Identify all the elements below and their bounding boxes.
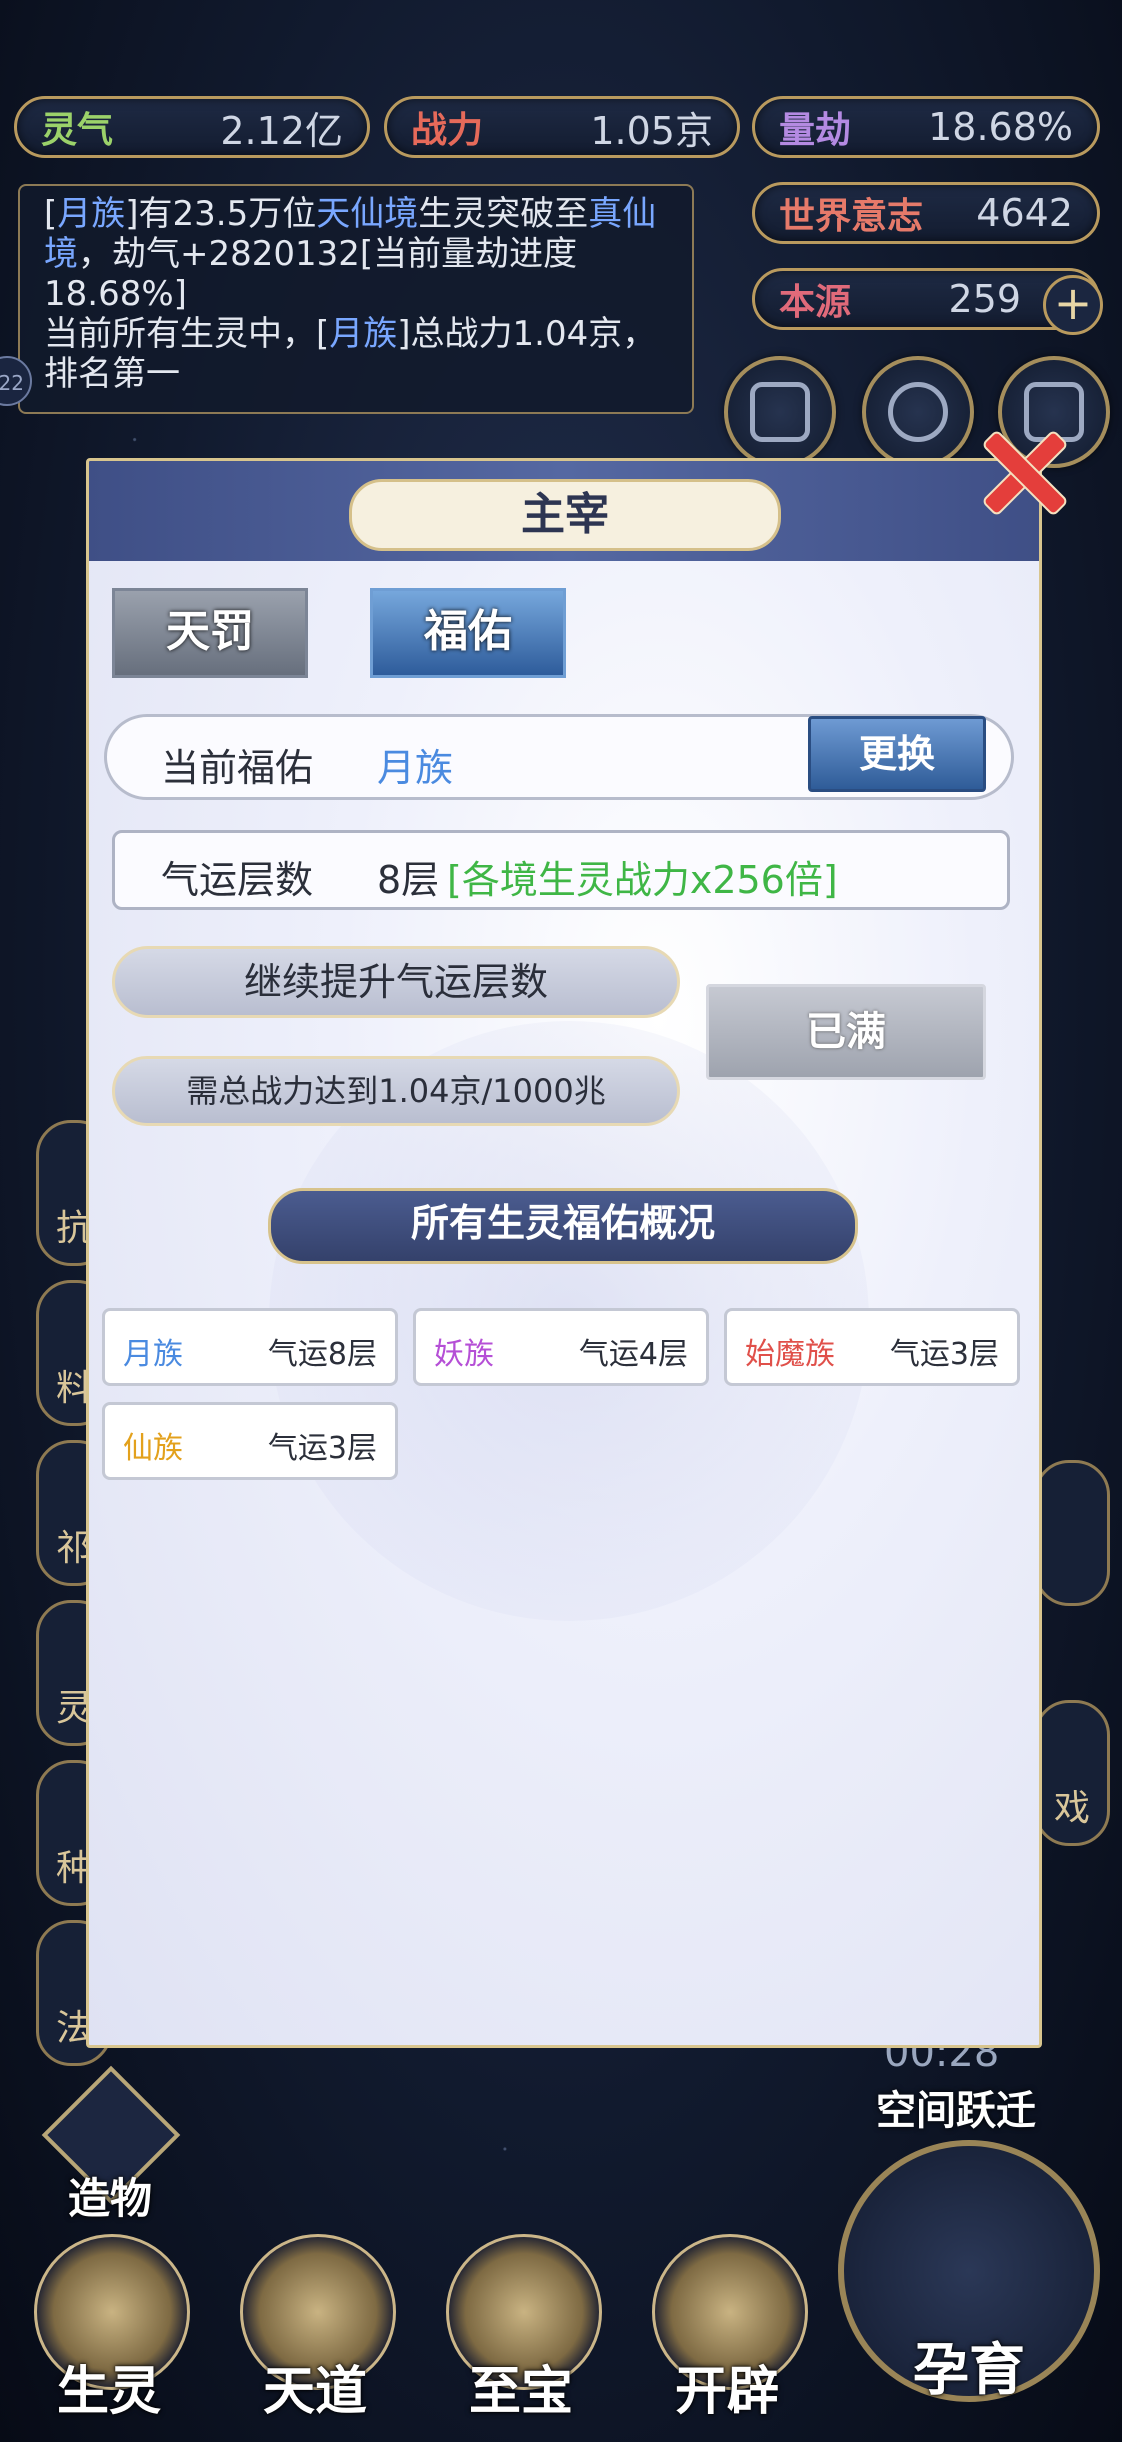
race-card: 仙族 气运3层 [102, 1402, 398, 1480]
log-realm: 天仙境 [316, 194, 419, 234]
race-name: 月族 [123, 1337, 183, 1372]
panel-title: 主宰 [349, 479, 781, 551]
change-button[interactable]: 更换 [808, 716, 986, 792]
log-text: ]有23.5万位 [125, 194, 317, 234]
origin-label: 本源 [779, 282, 852, 323]
right-side-icon-2[interactable]: 戏 [1034, 1700, 1110, 1846]
luck-bonus: [各境生灵战力x256倍] [447, 858, 838, 902]
liangjie-stat: 量劫 18.68% [752, 96, 1100, 158]
luck-level-value: 8层 [377, 858, 440, 902]
current-blessing-value: 月族 [377, 746, 454, 790]
origin-stat: 本源 259 + [752, 268, 1103, 335]
world-will-stat: 世界意志 4642 [752, 182, 1100, 244]
race-luck: 气运8层 [267, 1337, 377, 1372]
yuyu-button[interactable]: 孕育 [838, 2140, 1100, 2403]
zaowu-button[interactable]: 造物 [40, 2065, 181, 2223]
nav-label: 至宝 [468, 2362, 573, 2422]
shutter-icon[interactable] [862, 356, 974, 468]
nav-zhibao[interactable]: 至宝 [426, 2234, 616, 2424]
lingqi-label: 灵气 [41, 110, 114, 151]
log-race: 月族 [329, 314, 398, 354]
race-luck: 气运3层 [267, 1431, 377, 1466]
maxed-button[interactable]: 已满 [706, 984, 986, 1080]
race-card: 始魔族 气运3层 [724, 1308, 1020, 1386]
lingqi-stat: 灵气 2.12亿 [14, 96, 370, 158]
race-name: 妖族 [434, 1337, 494, 1372]
nav-tiandao[interactable]: 天道 [220, 2234, 410, 2424]
log-text: ，劫气+2820132[当前量劫进度18.68%] [44, 234, 578, 314]
panel-header: 主宰 [89, 461, 1039, 561]
log-text: 生灵突破至 [418, 194, 589, 234]
race-luck: 气运3层 [889, 1337, 999, 1372]
current-blessing-label: 当前福佑 [161, 746, 314, 790]
zaowu-label: 造物 [67, 2174, 152, 2223]
lingqi-value: 2.12亿 [220, 108, 343, 153]
zhanli-stat: 战力 1.05京 [384, 96, 740, 158]
tab-tianfa[interactable]: 天罚 [112, 588, 308, 678]
nav-label: 生灵 [56, 2362, 161, 2422]
race-card: 月族 气运8层 [102, 1308, 398, 1386]
event-log: [月族]有23.5万位天仙境生灵突破至真仙境，劫气+2820132[当前量劫进度… [18, 184, 694, 414]
log-race: 月族 [57, 194, 126, 234]
tab-fuyou[interactable]: 福佑 [370, 588, 566, 678]
log-text: [ [44, 194, 58, 234]
section-title: 所有生灵福佑概况 [268, 1188, 858, 1264]
log-line-2: 当前所有生灵中，[月族]总战力1.04京，排名第一 [44, 314, 668, 394]
luck-level-label: 气运层数 [161, 858, 314, 902]
race-name: 始魔族 [745, 1337, 835, 1372]
world-will-label: 世界意志 [779, 196, 924, 237]
race-card: 妖族 气运4层 [413, 1308, 709, 1386]
right-side-icon[interactable] [1034, 1460, 1110, 1606]
book-icon[interactable] [724, 356, 836, 468]
zhanli-value: 1.05京 [590, 108, 713, 153]
liangjie-value: 18.68% [928, 105, 1073, 149]
race-luck: 气运4层 [578, 1337, 688, 1372]
log-text: 当前所有生灵中，[ [44, 314, 330, 354]
yuyu-label: 孕育 [913, 2338, 1025, 2403]
log-line-1: [月族]有23.5万位天仙境生灵突破至真仙境，劫气+2820132[当前量劫进度… [44, 194, 668, 314]
right-side-label: 戏 [1053, 1788, 1090, 1829]
nav-label: 开辟 [674, 2362, 779, 2422]
luck-level-row: 气运层数 8层 [各境生灵战力x256倍] [112, 830, 1010, 910]
nav-kaipi[interactable]: 开辟 [632, 2234, 822, 2424]
requirement-text: 需总战力达到1.04京/1000兆 [112, 1056, 680, 1126]
zhanli-label: 战力 [411, 110, 484, 151]
race-name: 仙族 [123, 1431, 183, 1466]
close-icon[interactable] [968, 418, 1074, 524]
world-will-value: 4642 [976, 191, 1073, 235]
add-origin-button[interactable]: + [1043, 275, 1103, 335]
upgrade-luck-label: 继续提升气运层数 [112, 946, 680, 1018]
liangjie-label: 量劫 [779, 110, 852, 151]
origin-value: 259 [948, 277, 1021, 321]
nav-shengling[interactable]: 生灵 [14, 2234, 204, 2424]
space-warp-button[interactable]: 空间跃迁 [876, 2078, 1036, 2136]
nav-label: 天道 [262, 2362, 367, 2422]
